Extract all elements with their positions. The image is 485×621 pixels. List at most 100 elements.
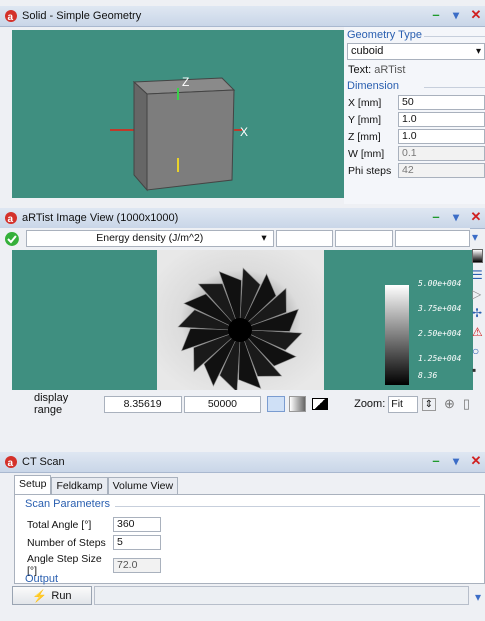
- close-icon[interactable]: ✕: [469, 8, 483, 22]
- tab-feldkamp[interactable]: Feldkamp: [51, 477, 108, 494]
- artist-logo-icon: a: [5, 212, 17, 225]
- colorbar: [385, 285, 409, 385]
- ct-scan-title: CT Scan: [22, 456, 65, 468]
- image-view-titlebar: a aRTist Image View (1000x1000) – ▾ ✕: [0, 208, 485, 229]
- x-axis-label: X: [240, 125, 248, 139]
- colormap-icon[interactable]: [472, 249, 483, 263]
- auto-range-icon[interactable]: [267, 396, 285, 412]
- colorbar-tick-label: 3.75e+004: [418, 304, 462, 313]
- zoom-stepper-icon[interactable]: ⇕: [421, 397, 436, 411]
- dimension-row: Z [mm] 1.0: [344, 128, 485, 145]
- toolbar-slot-1[interactable]: [275, 230, 334, 247]
- list-icon[interactable]: ☰: [472, 268, 485, 282]
- colorbar-tick-label: 2.50e+004: [418, 329, 462, 338]
- geometry-properties: Geometry Type cuboid ▾ Text: aRTist Dime…: [344, 27, 485, 204]
- run-label: Run: [51, 589, 72, 602]
- scan-parameter-input[interactable]: 5: [113, 535, 161, 550]
- ct-scan-titlebar: a CT Scan – ▾ ✕: [0, 452, 485, 473]
- text-value: aRTist: [374, 63, 406, 76]
- colorbar-tick-label: 1.25e+004: [418, 354, 462, 363]
- search-icon[interactable]: ○: [472, 344, 485, 358]
- quantity-select[interactable]: Energy density (J/m^2) ▾: [25, 230, 274, 247]
- colorbar-tick-label: 5.00e+004: [418, 279, 462, 288]
- zoom-label: Zoom:: [354, 398, 386, 410]
- ct-tabs: Setup Feldkamp Volume View: [14, 475, 179, 494]
- pin-icon[interactable]: ▾: [475, 590, 481, 604]
- dimension-label: Z [mm]: [348, 130, 381, 143]
- dimension-input[interactable]: 42: [398, 163, 485, 178]
- status-ok-icon: [4, 231, 19, 246]
- dimension-label: Y [mm]: [348, 113, 382, 126]
- scan-parameter-input[interactable]: 72.0: [113, 557, 161, 573]
- z-axis-label: Z: [182, 75, 189, 89]
- svg-text:a: a: [8, 12, 14, 23]
- svg-text:a: a: [8, 214, 14, 225]
- ruler-icon[interactable]: ▷: [472, 287, 485, 301]
- dimension-row: Y [mm] 1.0: [344, 111, 485, 128]
- artist-logo-icon: a: [5, 456, 17, 469]
- dimension-row: W [mm] 0.1: [344, 145, 485, 162]
- scan-parameters-heading: Scan Parameters: [25, 498, 110, 510]
- geometry-type-heading: Geometry Type: [344, 27, 485, 43]
- range-reset-icon[interactable]: [288, 396, 307, 412]
- dimension-label: Phi steps: [348, 164, 392, 177]
- scan-parameter-row: Total Angle [°] 360: [27, 517, 161, 532]
- tab-setup[interactable]: Setup: [14, 475, 52, 494]
- dimension-label: X [mm]: [348, 96, 382, 109]
- close-icon[interactable]: ✕: [469, 210, 483, 224]
- minimize-icon[interactable]: –: [429, 454, 443, 468]
- dimension-input[interactable]: 1.0: [398, 129, 485, 144]
- text-row: Text: aRTist: [344, 61, 485, 78]
- range-min-input[interactable]: 8.35619: [103, 395, 182, 413]
- run-progress-bar: [94, 586, 469, 605]
- crosshair-icon[interactable]: ✢: [472, 306, 485, 320]
- energy-density-image[interactable]: [157, 250, 324, 393]
- svg-text:a: a: [8, 458, 14, 469]
- dimension-input[interactable]: 50: [398, 95, 485, 110]
- warning-icon[interactable]: ⚠: [472, 325, 485, 339]
- chevron-down-icon: ▾: [261, 232, 267, 244]
- ct-setup-panel: Scan Parameters Total Angle [°] 360 Numbe…: [14, 494, 485, 585]
- dimension-heading: Dimension: [344, 78, 485, 94]
- zoom-in-icon[interactable]: ⊕: [444, 396, 455, 412]
- save-icon[interactable]: ▪: [472, 363, 485, 377]
- scan-parameter-label: Total Angle [°]: [27, 518, 92, 531]
- pin-icon[interactable]: ▾: [449, 210, 463, 224]
- pin-icon[interactable]: ▾: [472, 230, 485, 244]
- pin-icon[interactable]: ▾: [449, 454, 463, 468]
- range-max-input[interactable]: 50000: [183, 395, 262, 413]
- toolbar-slot-2[interactable]: [335, 230, 393, 247]
- geometry-type-value: cuboid: [351, 45, 384, 57]
- run-button[interactable]: ⚡ Run: [12, 586, 92, 605]
- image-view-title: aRTist Image View (1000x1000): [22, 212, 179, 224]
- geometry-panel-title: Solid - Simple Geometry: [22, 10, 142, 22]
- scan-parameter-label: Number of Steps: [27, 536, 106, 549]
- dimension-row: Phi steps 42: [344, 162, 485, 179]
- toolbar-slot-3[interactable]: [394, 230, 470, 247]
- display-range-bar: display range 8.35619 50000 Zoom: Fit ⇕ …: [0, 392, 470, 416]
- minimize-icon[interactable]: –: [429, 8, 443, 22]
- geometry-viewport[interactable]: Z X: [12, 30, 344, 198]
- dimension-input[interactable]: 1.0: [398, 112, 485, 127]
- geometry-type-select[interactable]: cuboid ▾: [347, 43, 485, 60]
- scan-parameter-input[interactable]: 360: [113, 517, 161, 532]
- scan-parameter-row: Number of Steps 5: [27, 535, 161, 550]
- dimension-input[interactable]: 0.1: [398, 146, 485, 161]
- image-tools-column: ▾ ☰ ▷ ✢ ⚠ ○ ▪: [472, 230, 485, 377]
- chevron-down-icon: ▾: [475, 46, 481, 57]
- close-icon[interactable]: ✕: [469, 454, 483, 468]
- minimize-icon[interactable]: –: [429, 210, 443, 224]
- run-icon: ⚡: [32, 588, 48, 603]
- invert-icon[interactable]: [312, 398, 329, 410]
- colorbar-tick-label: 8.36: [418, 371, 438, 380]
- text-label: Text:: [348, 63, 372, 76]
- pin-icon[interactable]: ▾: [449, 8, 463, 22]
- tab-volume-view[interactable]: Volume View: [107, 477, 179, 494]
- quantity-select-value: Energy density (J/m^2): [96, 232, 204, 244]
- zoom-select[interactable]: Fit: [388, 395, 418, 413]
- dimension-label: W [mm]: [348, 147, 385, 160]
- page-icon[interactable]: ▯: [463, 396, 470, 412]
- image-view-toolbar: Energy density (J/m^2) ▾: [0, 228, 470, 249]
- artist-logo-icon: a: [5, 10, 17, 23]
- output-heading: Output: [25, 573, 59, 585]
